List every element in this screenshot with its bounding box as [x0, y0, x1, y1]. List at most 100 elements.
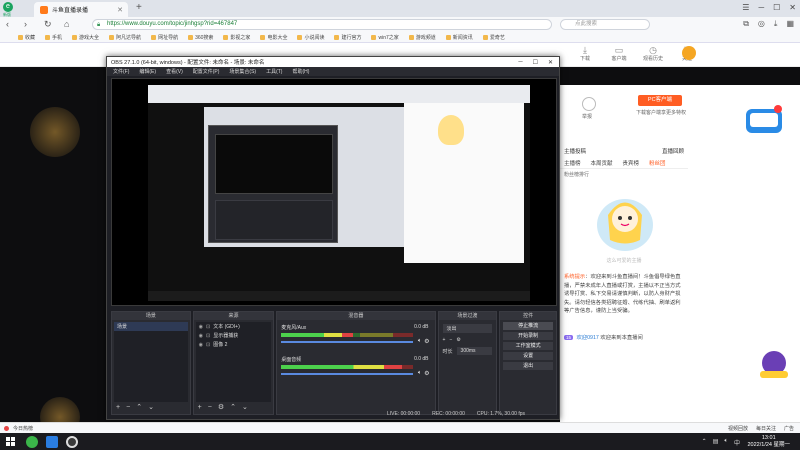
bookmark-item[interactable]: 建行官方 [334, 34, 361, 41]
tab-hint-right[interactable]: 直播回顾 [662, 147, 684, 155]
maximize-icon[interactable]: ☐ [533, 59, 538, 66]
network-icon[interactable]: ▤ [713, 438, 719, 447]
browser-search-input[interactable]: 点此搜索 [560, 19, 650, 30]
source-item[interactable]: ◉ ⊡ 文本 (GDI+) [196, 322, 272, 331]
menu-edit[interactable]: 编辑(E) [139, 68, 156, 75]
back-icon[interactable]: ‹ [6, 19, 9, 29]
bookmark-item[interactable]: 网址导航 [151, 34, 178, 41]
add-icon[interactable]: + [443, 337, 446, 343]
tab-weekly[interactable]: 本周贡献 [591, 159, 613, 167]
menu-scene-collection[interactable]: 场景集合(S) [229, 68, 256, 75]
game-icon[interactable]: ◎ [758, 19, 765, 29]
grid-icon[interactable]: ▦ [786, 19, 794, 29]
close-window-icon[interactable]: ✕ [789, 3, 796, 12]
footer-item[interactable]: 每日关注 [756, 425, 776, 432]
download-icon[interactable]: ⤓ [774, 19, 778, 29]
bookmark-item[interactable]: 阿凡达导航 [109, 34, 141, 41]
new-tab-button[interactable]: + [136, 2, 142, 13]
bookmark-item[interactable]: win7之家 [371, 34, 398, 41]
event-badge-icon[interactable] [757, 349, 791, 381]
explorer-app-icon[interactable] [46, 436, 58, 448]
remove-icon[interactable]: − [126, 404, 130, 412]
user-avatar[interactable] [682, 46, 696, 60]
gear-icon[interactable]: ⚙ [424, 338, 429, 345]
browser-logo[interactable]: e 新版 [3, 2, 31, 17]
source-item[interactable]: ◉ ⊡ 图像 2 [196, 340, 272, 349]
tab-vip[interactable]: 贵宾榜 [623, 159, 640, 167]
move-down-icon[interactable]: ⌄ [148, 404, 154, 412]
lock-icon[interactable]: ⊡ [206, 324, 210, 330]
taskbar-clock[interactable]: 13:01 2022/1/24 星期一 [748, 435, 791, 449]
transition-select[interactable]: 淡出 [442, 324, 493, 333]
menu-file[interactable]: 文件(F) [113, 68, 129, 75]
eye-icon[interactable]: ◉ [199, 333, 203, 339]
tab-anchor-rank[interactable]: 主播榜 [564, 159, 581, 167]
footer-left[interactable]: 今日热榜 [4, 425, 33, 432]
bookmark-item[interactable]: 游戏频道 [409, 34, 436, 41]
add-icon[interactable]: + [116, 404, 120, 412]
close-icon[interactable]: ✕ [548, 59, 553, 66]
footer-item[interactable]: 视频回放 [728, 425, 748, 432]
browser-app-icon[interactable] [26, 436, 38, 448]
volume-slider[interactable] [281, 341, 413, 343]
browser-tab-active[interactable]: 斗鱼直播录播 ✕ [34, 2, 128, 17]
gear-icon[interactable]: ⚙ [218, 404, 224, 412]
studio-mode-button[interactable]: 工作室模式 [503, 342, 553, 350]
url-input[interactable]: 🔒︎ https://www.douyu.com/topic/jinhgsp?r… [92, 19, 552, 30]
lock-icon[interactable]: ⊡ [206, 342, 210, 348]
pc-client-button[interactable]: PC客户端 [638, 95, 682, 106]
remove-icon[interactable]: − [449, 337, 452, 343]
scene-item[interactable]: 场景 [114, 322, 188, 331]
header-history[interactable]: ◷ 观看历史 [642, 45, 664, 62]
bookmark-item[interactable]: 收藏 [18, 34, 35, 41]
menu-profile[interactable]: 配置文件(P) [193, 68, 220, 75]
tab-hint-left[interactable]: 主播投稿 [564, 147, 586, 155]
minimize-icon[interactable]: ─ [758, 3, 764, 12]
forward-icon[interactable]: › [24, 19, 27, 29]
report-icon[interactable] [582, 97, 596, 111]
lock-icon[interactable]: ⊡ [206, 333, 210, 339]
windows-start-icon[interactable] [6, 437, 15, 446]
chat-username[interactable]: 欢迎0917 [577, 335, 599, 341]
obs-app-icon[interactable] [66, 436, 78, 448]
speaker-icon[interactable]: 🔈︎ [418, 370, 422, 377]
gear-icon[interactable]: ⚙ [424, 370, 429, 377]
menu-help[interactable]: 帮助(H) [292, 68, 309, 75]
gear-icon[interactable]: ⚙ [456, 337, 460, 343]
bookmark-item[interactable]: 爱奇艺 [483, 34, 505, 41]
tab-close-icon[interactable]: ✕ [117, 6, 123, 14]
menu-icon[interactable]: ☰ [742, 3, 749, 12]
menu-view[interactable]: 查看(V) [166, 68, 183, 75]
extension-icon[interactable]: ⧉ [743, 19, 749, 29]
volume-slider[interactable] [281, 373, 413, 375]
speaker-icon[interactable]: 🔈︎ [418, 338, 422, 345]
move-down-icon[interactable]: ⌄ [242, 404, 248, 412]
add-icon[interactable]: + [198, 404, 202, 412]
stop-streaming-button[interactable]: 停止推流 [503, 322, 553, 330]
minimize-icon[interactable]: ─ [518, 59, 522, 66]
ime-icon[interactable]: 中 [734, 438, 740, 447]
menu-tools[interactable]: 工具(T) [266, 68, 282, 75]
move-up-icon[interactable]: ⌃ [230, 404, 236, 412]
start-recording-button[interactable]: 开始录制 [503, 332, 553, 340]
chevron-up-icon[interactable]: ⌃ [702, 438, 707, 447]
eye-icon[interactable]: ◉ [199, 324, 203, 330]
home-icon[interactable]: ⌂ [64, 19, 69, 29]
source-item[interactable]: ◉ ⊡ 显示器捕获 [196, 331, 272, 340]
bookmark-item[interactable]: 360搜索 [188, 34, 213, 41]
bookmark-item[interactable]: 游戏大全 [72, 34, 99, 41]
header-client[interactable]: ▭ 客户端 [608, 45, 630, 62]
tab-fans[interactable]: 粉丝团 [649, 159, 666, 167]
bookmark-item[interactable]: 手机 [45, 34, 62, 41]
footer-item[interactable]: 广告 [784, 425, 794, 432]
move-up-icon[interactable]: ⌃ [136, 404, 142, 412]
refresh-icon[interactable]: ↻ [44, 19, 52, 30]
duration-input[interactable]: 300ms [456, 347, 493, 355]
bookmark-item[interactable]: 小说阅读 [297, 34, 324, 41]
remove-icon[interactable]: − [208, 404, 212, 412]
header-download[interactable]: ⤓ 下载 [574, 45, 596, 62]
volume-icon[interactable]: 🔈︎ [724, 438, 728, 447]
bookmark-item[interactable]: 新闻资讯 [446, 34, 473, 41]
bookmark-item[interactable]: 电影大全 [260, 34, 287, 41]
obs-preview[interactable] [111, 78, 557, 306]
